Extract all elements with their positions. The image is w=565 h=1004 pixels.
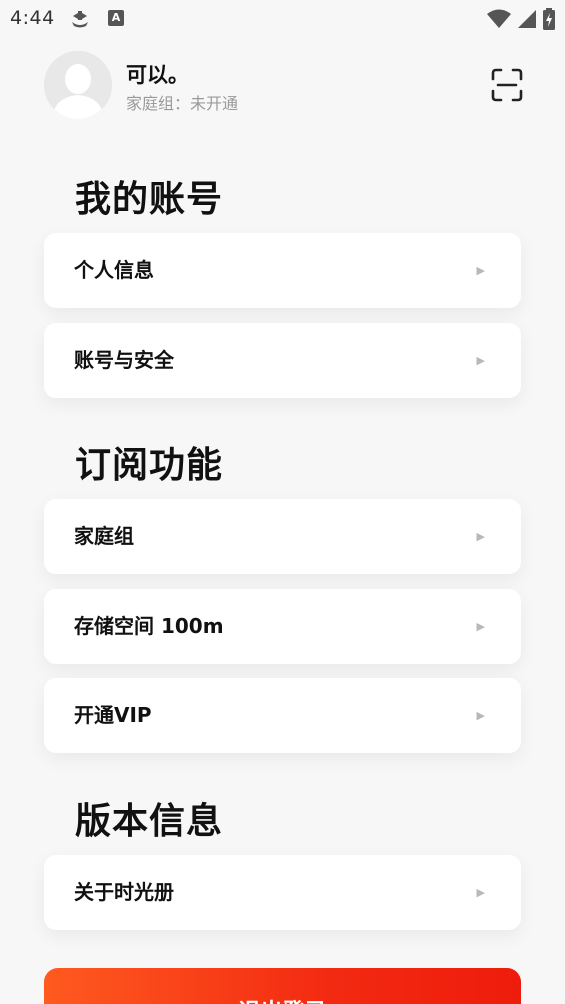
battery-icon — [543, 8, 555, 30]
section-title-account: 我的账号 — [75, 179, 224, 220]
status-bar: 4:44 A — [0, 0, 565, 38]
user-name: 可以。 — [126, 63, 189, 87]
section-title-version: 版本信息 — [75, 801, 224, 842]
chevron-right-icon: ▶ — [476, 530, 485, 543]
menu-item-family-group[interactable]: 家庭组 ▶ — [44, 499, 521, 574]
menu-item-label: 存储空间 100m — [74, 614, 224, 638]
scan-icon — [491, 68, 523, 102]
menu-item-label: 关于时光册 — [74, 880, 174, 904]
family-group-status: 家庭组：未开通 — [126, 94, 239, 113]
menu-item-label: 个人信息 — [74, 258, 154, 282]
chevron-right-icon: ▶ — [476, 620, 485, 633]
status-time: 4:44 — [10, 7, 55, 29]
chevron-right-icon: ▶ — [476, 709, 485, 722]
section-title-subscription: 订阅功能 — [75, 445, 224, 486]
menu-item-label: 账号与安全 — [74, 348, 174, 372]
menu-item-storage[interactable]: 存储空间 100m ▶ — [44, 589, 521, 664]
wifi-icon — [487, 9, 511, 28]
app-notification-icon — [72, 11, 88, 28]
chevron-right-icon: ▶ — [476, 354, 485, 367]
menu-item-vip[interactable]: 开通VIP ▶ — [44, 678, 521, 753]
menu-item-account-security[interactable]: 账号与安全 ▶ — [44, 323, 521, 398]
profile-page: 4:44 A 可以。 家庭组：未开通 我的账号 个人信息 ▶ 账号与安全 ▶ 订… — [0, 0, 565, 1004]
scan-button[interactable] — [488, 66, 526, 104]
menu-item-label: 家庭组 — [74, 524, 134, 548]
signal-icon — [518, 10, 536, 28]
status-indicators — [487, 8, 555, 30]
chevron-right-icon: ▶ — [476, 886, 485, 899]
menu-item-personal-info[interactable]: 个人信息 ▶ — [44, 233, 521, 308]
avatar-placeholder-icon — [44, 51, 112, 119]
avatar[interactable] — [44, 51, 112, 119]
chevron-right-icon: ▶ — [476, 264, 485, 277]
logout-button[interactable]: 退出登录 — [44, 968, 521, 1004]
menu-item-about[interactable]: 关于时光册 ▶ — [44, 855, 521, 930]
menu-item-label: 开通VIP — [74, 703, 152, 727]
keyboard-a-icon: A — [108, 10, 124, 26]
